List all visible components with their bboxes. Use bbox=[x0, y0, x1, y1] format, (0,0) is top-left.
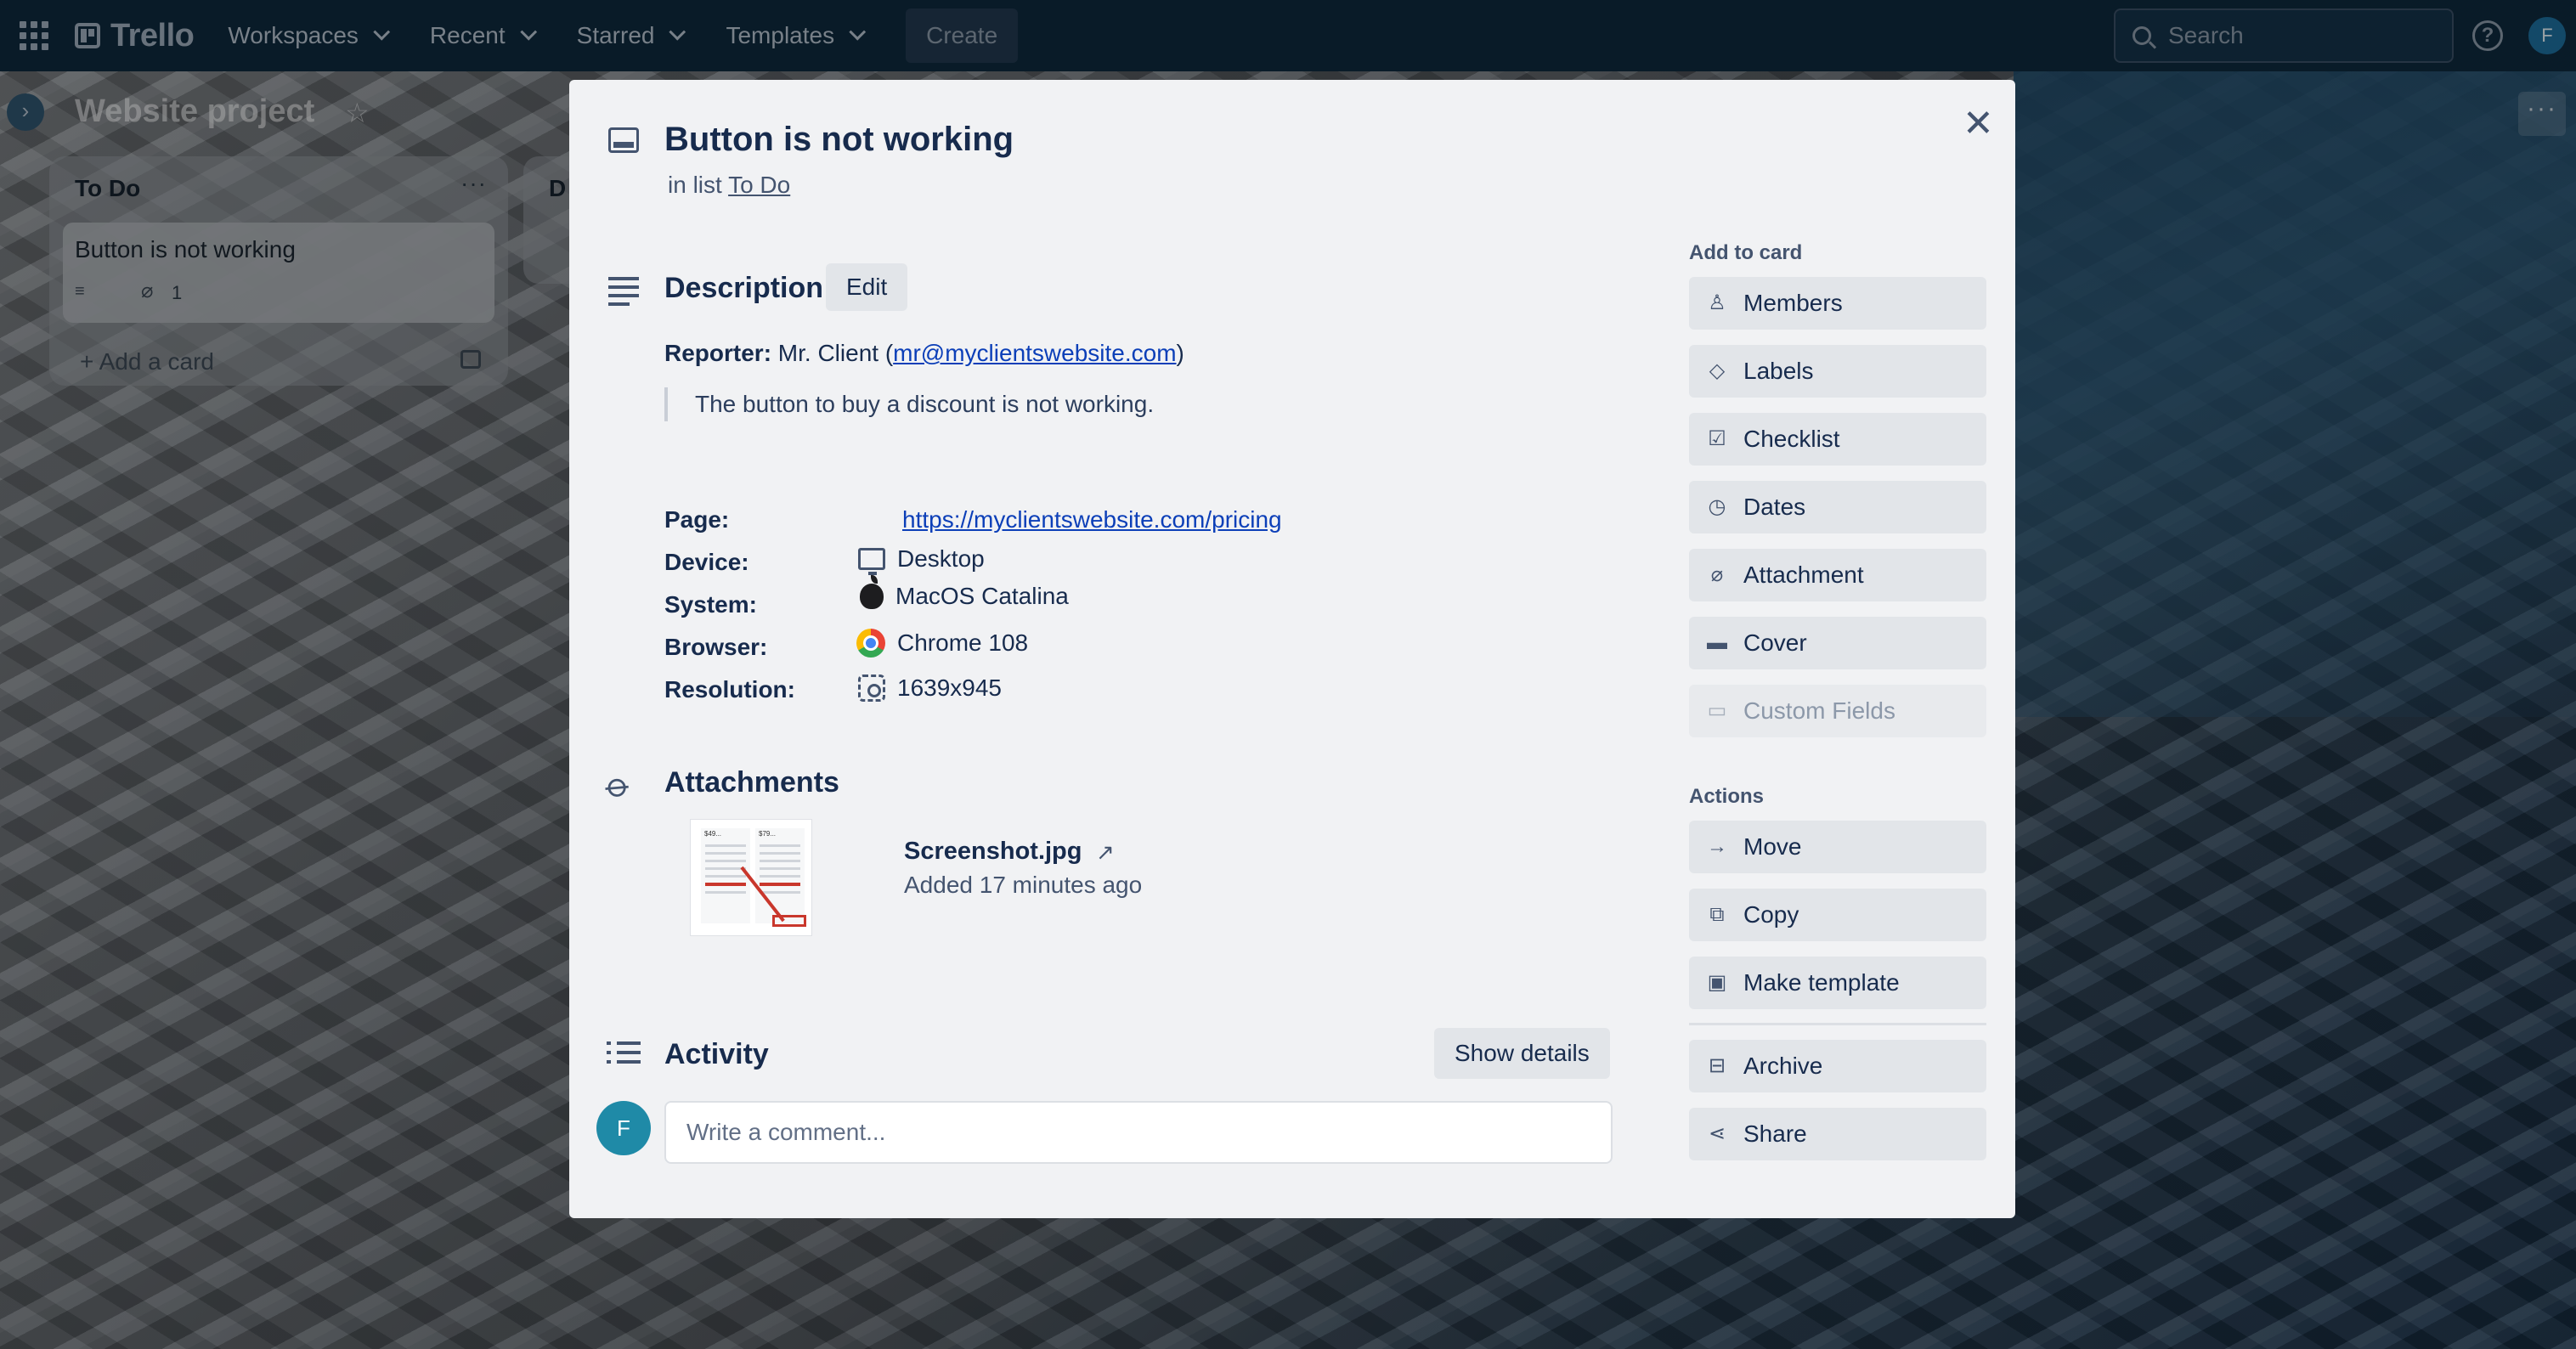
device-label: Device: bbox=[664, 549, 749, 575]
chrome-icon bbox=[856, 629, 885, 658]
paperclip-icon: ⌀ bbox=[1710, 563, 1724, 586]
page-label: Page: bbox=[664, 506, 730, 533]
copy-label: Copy bbox=[1743, 901, 1799, 928]
page-link[interactable]: https://myclientswebsite.com/pricing bbox=[902, 506, 1282, 533]
add-to-card-heading: Add to card bbox=[1689, 241, 1803, 264]
resolution-text: 1639x945 bbox=[897, 674, 1003, 701]
move-button[interactable]: → Move bbox=[1689, 821, 1986, 873]
apple-icon bbox=[860, 575, 884, 609]
browser-value: Chrome 108 bbox=[856, 629, 1028, 658]
open-external-icon[interactable]: ↗ bbox=[1096, 839, 1115, 866]
custom-fields-button[interactable]: ▭ Custom Fields bbox=[1689, 685, 1986, 737]
reporter-line: Reporter: Mr. Client (mr@myclientswebsit… bbox=[664, 340, 1184, 366]
person-icon: ♙ bbox=[1708, 291, 1726, 314]
custom-fields-icon: ▭ bbox=[1707, 699, 1727, 722]
clock-icon: ◷ bbox=[1708, 495, 1726, 518]
device-text: Desktop bbox=[897, 545, 985, 572]
list-link[interactable]: To Do bbox=[728, 172, 790, 198]
description-icon bbox=[608, 277, 639, 311]
share-icon: ⋖ bbox=[1708, 1122, 1726, 1145]
tag-icon: ◇ bbox=[1709, 359, 1726, 382]
thumbnail-column: $79... bbox=[755, 828, 805, 923]
attachment-button[interactable]: ⌀ Attachment bbox=[1689, 549, 1986, 601]
card-title[interactable]: Button is not working bbox=[664, 121, 1014, 159]
copy-button[interactable]: ⧉ Copy bbox=[1689, 889, 1986, 941]
divider bbox=[1689, 1023, 1986, 1025]
attachment-name[interactable]: Screenshot.jpg bbox=[904, 838, 1082, 866]
custom-fields-label: Custom Fields bbox=[1743, 697, 1895, 724]
arrow-right-icon: → bbox=[1707, 835, 1727, 858]
description-quote: The button to buy a discount is not work… bbox=[664, 387, 1154, 421]
reporter-email-link[interactable]: mr@myclientswebsite.com bbox=[893, 340, 1176, 366]
dates-button[interactable]: ◷ Dates bbox=[1689, 481, 1986, 533]
attachment-thumbnail[interactable]: $49... $79... bbox=[690, 819, 812, 936]
labels-label: Labels bbox=[1743, 358, 1814, 384]
activity-icon bbox=[607, 1041, 641, 1070]
attachment-label: Attachment bbox=[1743, 562, 1864, 588]
archive-label: Archive bbox=[1743, 1053, 1823, 1079]
in-list-text: in list To Do bbox=[668, 172, 790, 199]
browser-text: Chrome 108 bbox=[897, 629, 1029, 656]
system-value: MacOS Catalina bbox=[860, 575, 1069, 610]
share-label: Share bbox=[1743, 1120, 1807, 1147]
edit-description-button[interactable]: Edit bbox=[826, 263, 908, 311]
make-template-button[interactable]: ▣ Make template bbox=[1689, 957, 1986, 1009]
cover-button[interactable]: ▬ Cover bbox=[1689, 617, 1986, 669]
description-heading: Description bbox=[664, 272, 824, 304]
checklist-button[interactable]: ☑ Checklist bbox=[1689, 413, 1986, 466]
share-button[interactable]: ⋖ Share bbox=[1689, 1108, 1986, 1160]
device-value: Desktop bbox=[858, 545, 985, 575]
card-detail-modal: Button is not working in list To Do ✕ De… bbox=[569, 80, 2015, 1218]
comment-input[interactable]: Write a comment... bbox=[664, 1101, 1613, 1164]
desktop-icon bbox=[858, 548, 885, 575]
labels-button[interactable]: ◇ Labels bbox=[1689, 345, 1986, 398]
cover-label: Cover bbox=[1743, 629, 1807, 656]
cover-icon: ▬ bbox=[1707, 631, 1727, 654]
reporter-label: Reporter: bbox=[664, 340, 772, 366]
system-label: System: bbox=[664, 591, 757, 618]
reporter-name: Mr. Client bbox=[777, 340, 879, 366]
thumbnail-annotation-box bbox=[772, 915, 806, 927]
paperclip-icon: ⌀ bbox=[598, 765, 639, 807]
system-text: MacOS Catalina bbox=[895, 583, 1069, 609]
make-template-label: Make template bbox=[1743, 969, 1900, 996]
dates-label: Dates bbox=[1743, 494, 1806, 520]
attachments-heading: Attachments bbox=[664, 766, 839, 799]
page-url[interactable]: https://myclientswebsite.com/pricing bbox=[902, 506, 1282, 533]
thumbnail-price: $79... bbox=[759, 830, 777, 838]
screenshot-icon bbox=[858, 674, 885, 702]
checkbox-icon: ☑ bbox=[1708, 427, 1726, 450]
in-list-prefix: in list bbox=[668, 172, 722, 198]
close-icon[interactable]: ✕ bbox=[1963, 105, 1994, 143]
show-details-button[interactable]: Show details bbox=[1434, 1028, 1610, 1079]
move-label: Move bbox=[1743, 833, 1802, 860]
browser-label: Browser: bbox=[664, 634, 768, 660]
activity-heading: Activity bbox=[664, 1038, 769, 1070]
thumbnail-column: $49... bbox=[701, 828, 750, 923]
members-button[interactable]: ♙ Members bbox=[1689, 277, 1986, 330]
actions-heading: Actions bbox=[1689, 785, 1765, 808]
attachment-added-time: Added 17 minutes ago bbox=[904, 872, 1143, 898]
thumbnail-price: $49... bbox=[704, 830, 722, 838]
members-label: Members bbox=[1743, 290, 1843, 316]
avatar[interactable]: F bbox=[596, 1101, 651, 1155]
checklist-label: Checklist bbox=[1743, 426, 1840, 452]
copy-icon: ⧉ bbox=[1709, 903, 1725, 926]
template-icon: ▣ bbox=[1707, 971, 1727, 994]
resolution-value: 1639x945 bbox=[858, 674, 1002, 702]
resolution-label: Resolution: bbox=[664, 676, 795, 703]
archive-button[interactable]: ⊟ Archive bbox=[1689, 1040, 1986, 1092]
card-icon bbox=[608, 127, 639, 153]
archive-icon: ⊟ bbox=[1708, 1054, 1726, 1077]
